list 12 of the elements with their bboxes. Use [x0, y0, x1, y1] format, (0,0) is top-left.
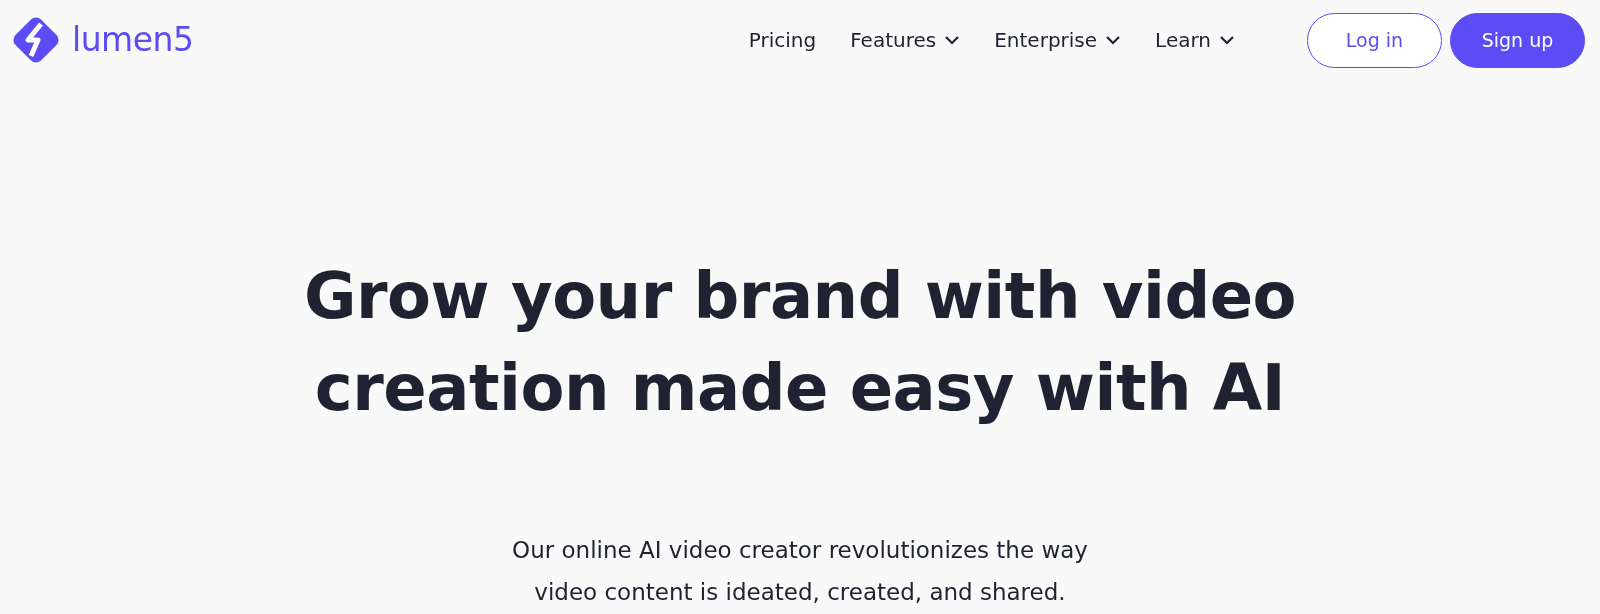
brand-name[interactable]: lumen5	[72, 15, 194, 65]
chevron-down-icon	[944, 35, 961, 45]
nav-link[interactable]: Features	[850, 21, 961, 59]
chevron-down-icon	[1219, 35, 1235, 45]
signup-button[interactable]: Sign up	[1450, 12, 1585, 68]
headline: Grow your brand with video creation made easy with AI	[302, 258, 1298, 427]
subtitle: Our online AI video creator revolutionizes the way video content is ideated, created, and shared.	[511, 536, 1089, 607]
nav-link[interactable]: Learn	[1155, 21, 1235, 59]
chevron-down-icon	[1105, 35, 1122, 45]
nav-link[interactable]: Enterprise	[994, 21, 1122, 59]
login-button[interactable]: Log in	[1307, 12, 1442, 68]
nav-link[interactable]: Pricing	[748, 21, 817, 59]
